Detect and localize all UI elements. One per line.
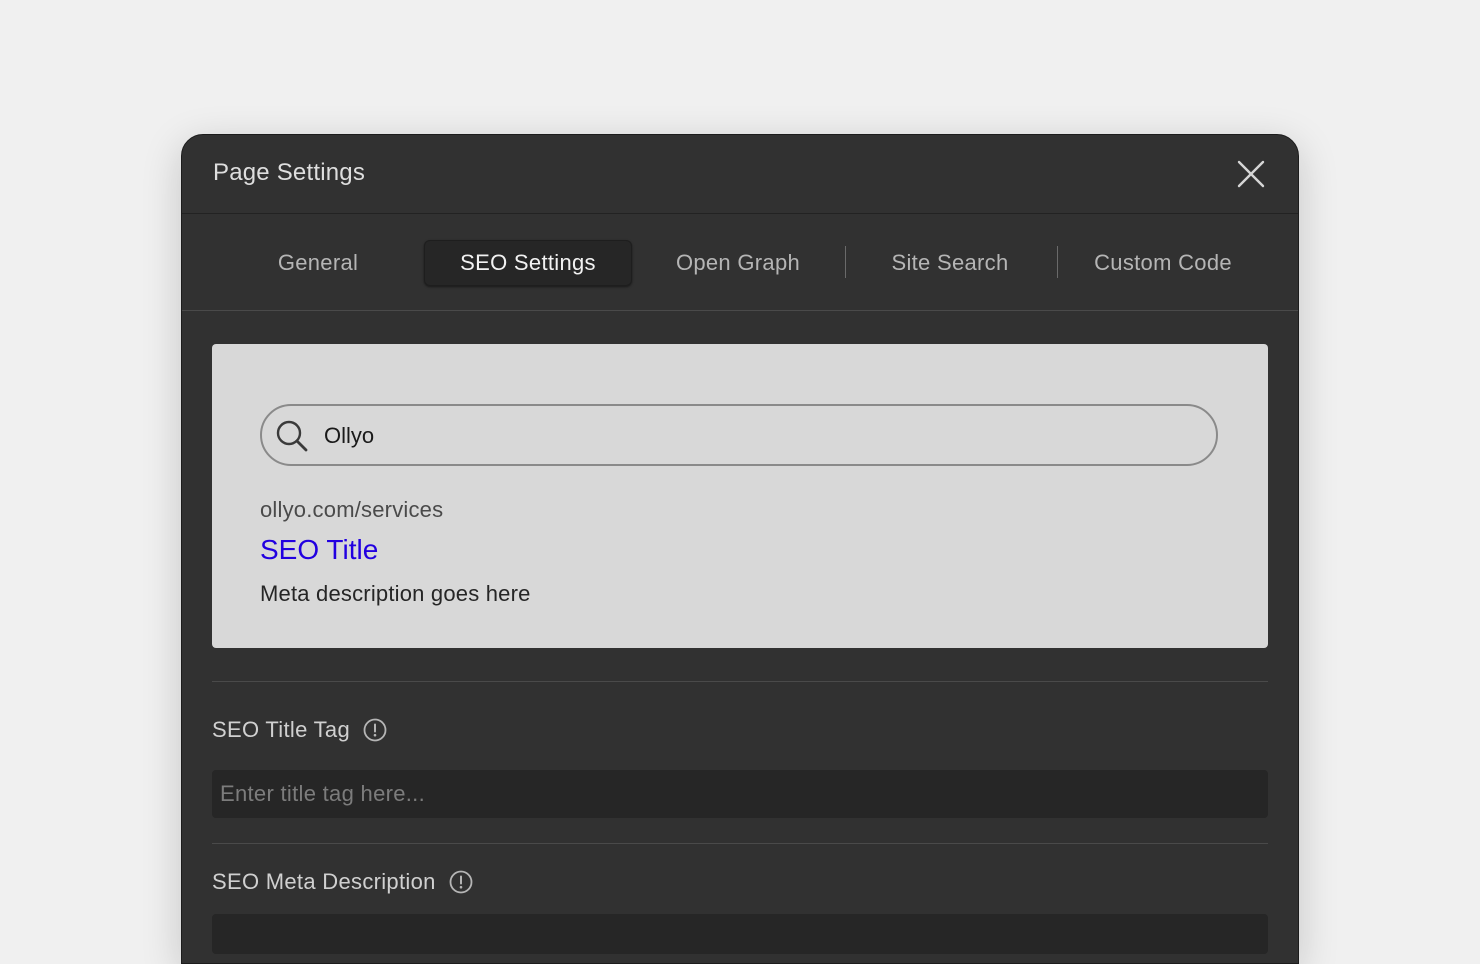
tab-site-search[interactable]: Site Search: [870, 240, 1030, 286]
search-icon: [276, 420, 308, 452]
section-divider: [212, 843, 1268, 844]
tab-separator: [1057, 246, 1058, 278]
info-icon[interactable]: [449, 870, 473, 894]
tab-seo-settings[interactable]: SEO Settings: [424, 240, 632, 286]
close-icon: [1237, 160, 1265, 188]
info-icon[interactable]: [363, 718, 387, 742]
modal-header: Page Settings: [182, 135, 1298, 214]
seo-title-tag-label: SEO Title Tag: [212, 717, 387, 743]
preview-search-bar: Ollyo: [260, 404, 1218, 466]
page-settings-modal: Page Settings General SEO Settings Open …: [181, 134, 1299, 964]
seo-title-tag-input[interactable]: [212, 770, 1268, 818]
modal-title: Page Settings: [213, 159, 366, 186]
settings-tabs: General SEO Settings Open Graph Site Sea…: [182, 214, 1298, 311]
close-button[interactable]: [1234, 157, 1268, 191]
seo-meta-description-label: SEO Meta Description: [212, 869, 473, 895]
seo-title-tag-label-text: SEO Title Tag: [212, 717, 351, 742]
seo-meta-description-input[interactable]: [212, 914, 1268, 954]
seo-meta-description-label-text: SEO Meta Description: [212, 869, 436, 894]
preview-url: ollyo.com/services: [260, 497, 444, 522]
tab-open-graph[interactable]: Open Graph: [652, 240, 824, 286]
preview-title: SEO Title: [260, 534, 379, 565]
tab-custom-code[interactable]: Custom Code: [1078, 240, 1248, 286]
tab-separator: [845, 246, 846, 278]
search-result-preview: Ollyo ollyo.com/services SEO Title Meta …: [212, 344, 1268, 648]
preview-description: Meta description goes here: [260, 581, 531, 606]
section-divider: [212, 681, 1268, 682]
preview-search-query: Ollyo: [324, 423, 375, 448]
tab-general[interactable]: General: [248, 240, 388, 286]
